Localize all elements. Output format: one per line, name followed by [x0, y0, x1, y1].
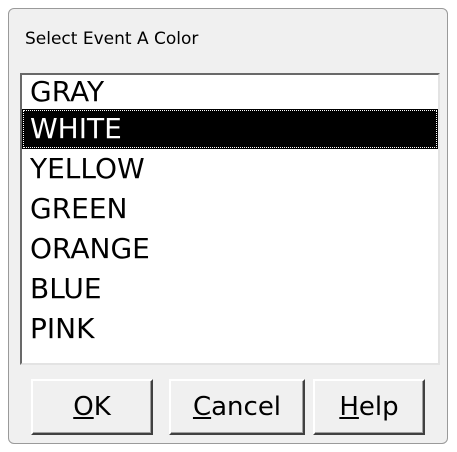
cancel-accelerator: C	[192, 392, 212, 422]
help-label-rest: elp	[358, 392, 399, 422]
list-item-pink[interactable]: PINK	[22, 309, 438, 349]
color-listbox[interactable]: GRAY WHITE YELLOW GREEN ORANGE BLUE PINK	[20, 73, 440, 365]
ok-button[interactable]: OK	[31, 379, 153, 435]
ok-accelerator: O	[73, 392, 94, 422]
list-item-yellow[interactable]: YELLOW	[22, 149, 438, 189]
list-item-blue[interactable]: BLUE	[22, 269, 438, 309]
ok-label-rest: K	[93, 392, 111, 422]
list-item-green[interactable]: GREEN	[22, 189, 438, 229]
dialog-title: Select Event A Color	[25, 29, 199, 49]
cancel-button[interactable]: Cancel	[169, 379, 305, 435]
help-button[interactable]: Help	[313, 379, 425, 435]
list-item-white[interactable]: WHITE	[22, 109, 438, 149]
select-color-dialog: Select Event A Color GRAY WHITE YELLOW G…	[8, 8, 448, 444]
cancel-label-rest: ancel	[211, 392, 282, 422]
help-accelerator: H	[339, 392, 359, 422]
list-item-gray[interactable]: GRAY	[22, 75, 438, 109]
list-item-orange[interactable]: ORANGE	[22, 229, 438, 269]
